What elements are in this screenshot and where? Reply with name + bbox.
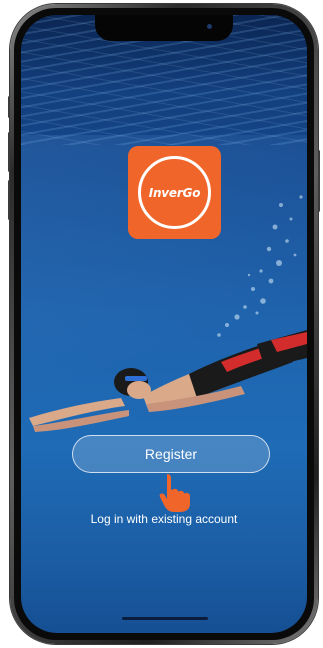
home-indicator bbox=[122, 617, 208, 620]
camera-notch bbox=[95, 15, 233, 41]
page: InverGo Register Log in with existing ac… bbox=[0, 0, 323, 648]
hand-pointer-icon bbox=[159, 474, 190, 512]
register-button[interactable]: Register bbox=[72, 435, 270, 473]
app-logo: InverGo bbox=[128, 146, 221, 239]
app-logo-text: InverGo bbox=[148, 185, 201, 200]
app-screen: InverGo Register Log in with existing ac… bbox=[21, 15, 307, 633]
front-camera bbox=[207, 24, 212, 29]
login-existing-account-link[interactable]: Log in with existing account bbox=[21, 512, 307, 526]
